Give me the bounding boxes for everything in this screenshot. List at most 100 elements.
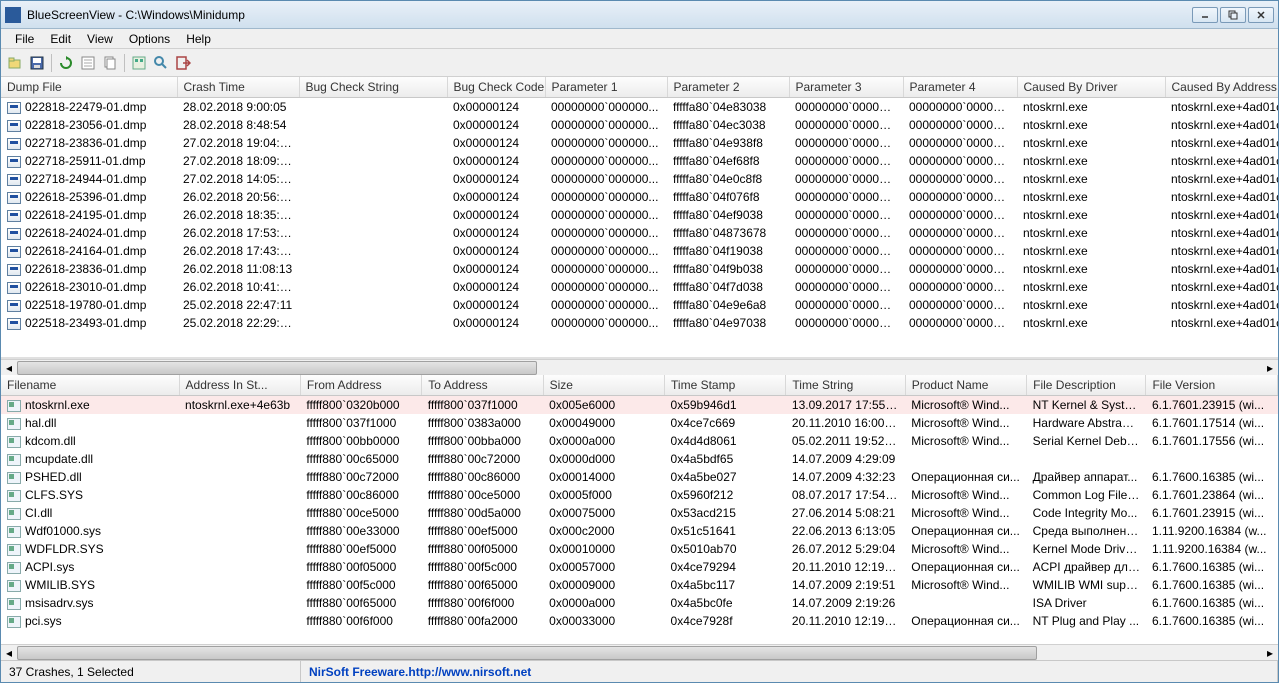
exit-icon[interactable]: [173, 53, 193, 73]
table-row[interactable]: CI.dllfffff880`00ce5000fffff880`00d5a000…: [1, 504, 1278, 522]
column-header[interactable]: To Address: [422, 375, 543, 396]
cell: ntoskrnl.exe+4ad01c: [1165, 116, 1278, 134]
table-row[interactable]: 022618-25396-01.dmp26.02.2018 20:56:470x…: [1, 188, 1278, 206]
column-header[interactable]: Bug Check String: [299, 77, 447, 98]
table-row[interactable]: ACPI.sysfffff880`00f05000fffff880`00f5c0…: [1, 558, 1278, 576]
scroll-left-icon[interactable]: ◂: [1, 645, 17, 661]
column-header[interactable]: File Version: [1146, 375, 1278, 396]
column-header[interactable]: Address In St...: [179, 375, 300, 396]
close-button[interactable]: [1248, 7, 1274, 23]
top-horizontal-scrollbar[interactable]: ◂ ▸: [1, 359, 1278, 375]
cell: Операционная си...: [905, 558, 1026, 576]
scroll-left-icon[interactable]: ◂: [1, 360, 17, 376]
table-row[interactable]: ntoskrnl.exentoskrnl.exe+4e63bfffff800`0…: [1, 396, 1278, 415]
scrollbar-thumb[interactable]: [17, 361, 537, 375]
cell: 0x4a5be027: [665, 468, 786, 486]
cell: 0x5960f212: [665, 486, 786, 504]
cell: 14.07.2009 2:19:51: [786, 576, 905, 594]
menu-item-view[interactable]: View: [79, 30, 121, 48]
column-header[interactable]: Crash Time: [177, 77, 299, 98]
properties-icon[interactable]: [78, 53, 98, 73]
dump-file-icon: [7, 228, 21, 240]
scrollbar-thumb[interactable]: [17, 646, 1037, 660]
menu-item-file[interactable]: File: [7, 30, 42, 48]
cell: 0x0000a000: [543, 432, 664, 450]
cell: [179, 576, 300, 594]
scroll-right-icon[interactable]: ▸: [1262, 645, 1278, 661]
cell: ntoskrnl.exe+4ad01c: [1165, 260, 1278, 278]
crash-table[interactable]: Dump FileCrash TimeBug Check StringBug C…: [1, 77, 1278, 332]
cell: 00000000`000000...: [789, 134, 903, 152]
column-header[interactable]: Parameter 2: [667, 77, 789, 98]
table-row[interactable]: WDFLDR.SYSfffff880`00ef5000fffff880`00f0…: [1, 540, 1278, 558]
table-row[interactable]: CLFS.SYSfffff880`00c86000fffff880`00ce50…: [1, 486, 1278, 504]
column-header[interactable]: File Description: [1027, 375, 1146, 396]
table-row[interactable]: hal.dllfffff800`037f1000fffff800`0383a00…: [1, 414, 1278, 432]
cell: PSHED.dll: [1, 468, 179, 486]
column-header[interactable]: Bug Check Code: [447, 77, 545, 98]
crash-list-pane[interactable]: Dump FileCrash TimeBug Check StringBug C…: [1, 77, 1278, 359]
column-header[interactable]: Time Stamp: [665, 375, 786, 396]
table-row[interactable]: 022718-24944-01.dmp27.02.2018 14:05:050x…: [1, 170, 1278, 188]
refresh-icon[interactable]: [56, 53, 76, 73]
column-header[interactable]: Size: [543, 375, 664, 396]
cell: fffffa80`04e83038: [667, 98, 789, 117]
table-row[interactable]: msisadrv.sysfffff880`00f65000fffff880`00…: [1, 594, 1278, 612]
cell: fffff880`00f05000: [422, 540, 543, 558]
cell: 022718-25911-01.dmp: [1, 152, 177, 170]
menu-item-edit[interactable]: Edit: [42, 30, 79, 48]
column-header[interactable]: Product Name: [905, 375, 1026, 396]
copy-icon[interactable]: [100, 53, 120, 73]
cell: 00000000`000000...: [545, 242, 667, 260]
minimize-button[interactable]: [1192, 7, 1218, 23]
table-row[interactable]: 022818-22479-01.dmp28.02.2018 9:00:050x0…: [1, 98, 1278, 117]
table-row[interactable]: 022618-23010-01.dmp26.02.2018 10:41:200x…: [1, 278, 1278, 296]
column-header[interactable]: Caused By Driver: [1017, 77, 1165, 98]
table-row[interactable]: 022518-23493-01.dmp25.02.2018 22:29:200x…: [1, 314, 1278, 332]
column-header[interactable]: Time String: [786, 375, 905, 396]
cell: 00000000`000000...: [789, 242, 903, 260]
column-header[interactable]: Parameter 4: [903, 77, 1017, 98]
table-row[interactable]: 022618-24024-01.dmp26.02.2018 17:53:080x…: [1, 224, 1278, 242]
table-row[interactable]: 022618-24195-01.dmp26.02.2018 18:35:490x…: [1, 206, 1278, 224]
column-header[interactable]: Filename: [1, 375, 179, 396]
nirsoft-link[interactable]: http://www.nirsoft.net: [408, 665, 531, 679]
table-row[interactable]: 022618-23836-01.dmp26.02.2018 11:08:130x…: [1, 260, 1278, 278]
bottom-horizontal-scrollbar[interactable]: ◂ ▸: [1, 644, 1278, 660]
maximize-button[interactable]: [1220, 7, 1246, 23]
cell: 0x00000124: [447, 98, 545, 117]
table-row[interactable]: kdcom.dllfffff800`00bb0000fffff800`00bba…: [1, 432, 1278, 450]
menu-item-options[interactable]: Options: [121, 30, 178, 48]
column-header[interactable]: Parameter 3: [789, 77, 903, 98]
cell: 26.02.2018 20:56:47: [177, 188, 299, 206]
menu-item-help[interactable]: Help: [178, 30, 219, 48]
module-list-pane[interactable]: FilenameAddress In St...From AddressTo A…: [1, 375, 1278, 644]
options-icon[interactable]: [129, 53, 149, 73]
cell: 26.02.2018 18:35:49: [177, 206, 299, 224]
cell: 25.02.2018 22:47:11: [177, 296, 299, 314]
table-row[interactable]: mcupdate.dllfffff880`00c65000fffff880`00…: [1, 450, 1278, 468]
table-row[interactable]: pci.sysfffff880`00f6f000fffff880`00fa200…: [1, 612, 1278, 630]
cell: 0x00000124: [447, 206, 545, 224]
column-header[interactable]: From Address: [300, 375, 421, 396]
scroll-right-icon[interactable]: ▸: [1262, 360, 1278, 376]
cell: 0x5010ab70: [665, 540, 786, 558]
open-icon[interactable]: [5, 53, 25, 73]
column-header[interactable]: Parameter 1: [545, 77, 667, 98]
table-row[interactable]: Wdf01000.sysfffff880`00e33000fffff880`00…: [1, 522, 1278, 540]
table-row[interactable]: 022518-19780-01.dmp25.02.2018 22:47:110x…: [1, 296, 1278, 314]
table-row[interactable]: 022618-24164-01.dmp26.02.2018 17:43:400x…: [1, 242, 1278, 260]
table-row[interactable]: 022718-23836-01.dmp27.02.2018 19:04:530x…: [1, 134, 1278, 152]
module-table[interactable]: FilenameAddress In St...From AddressTo A…: [1, 375, 1278, 630]
cell: 00000000`000000...: [789, 206, 903, 224]
table-row[interactable]: WMILIB.SYSfffff880`00f5c000fffff880`00f6…: [1, 576, 1278, 594]
table-row[interactable]: 022718-25911-01.dmp27.02.2018 18:09:050x…: [1, 152, 1278, 170]
table-row[interactable]: 022818-23056-01.dmp28.02.2018 8:48:540x0…: [1, 116, 1278, 134]
cell: 6.1.7601.17556 (wi...: [1146, 432, 1278, 450]
column-header[interactable]: Caused By Address: [1165, 77, 1278, 98]
find-icon[interactable]: [151, 53, 171, 73]
column-header[interactable]: Dump File: [1, 77, 177, 98]
table-row[interactable]: PSHED.dllfffff880`00c72000fffff880`00c86…: [1, 468, 1278, 486]
cell: 26.07.2012 5:29:04: [786, 540, 905, 558]
save-icon[interactable]: [27, 53, 47, 73]
